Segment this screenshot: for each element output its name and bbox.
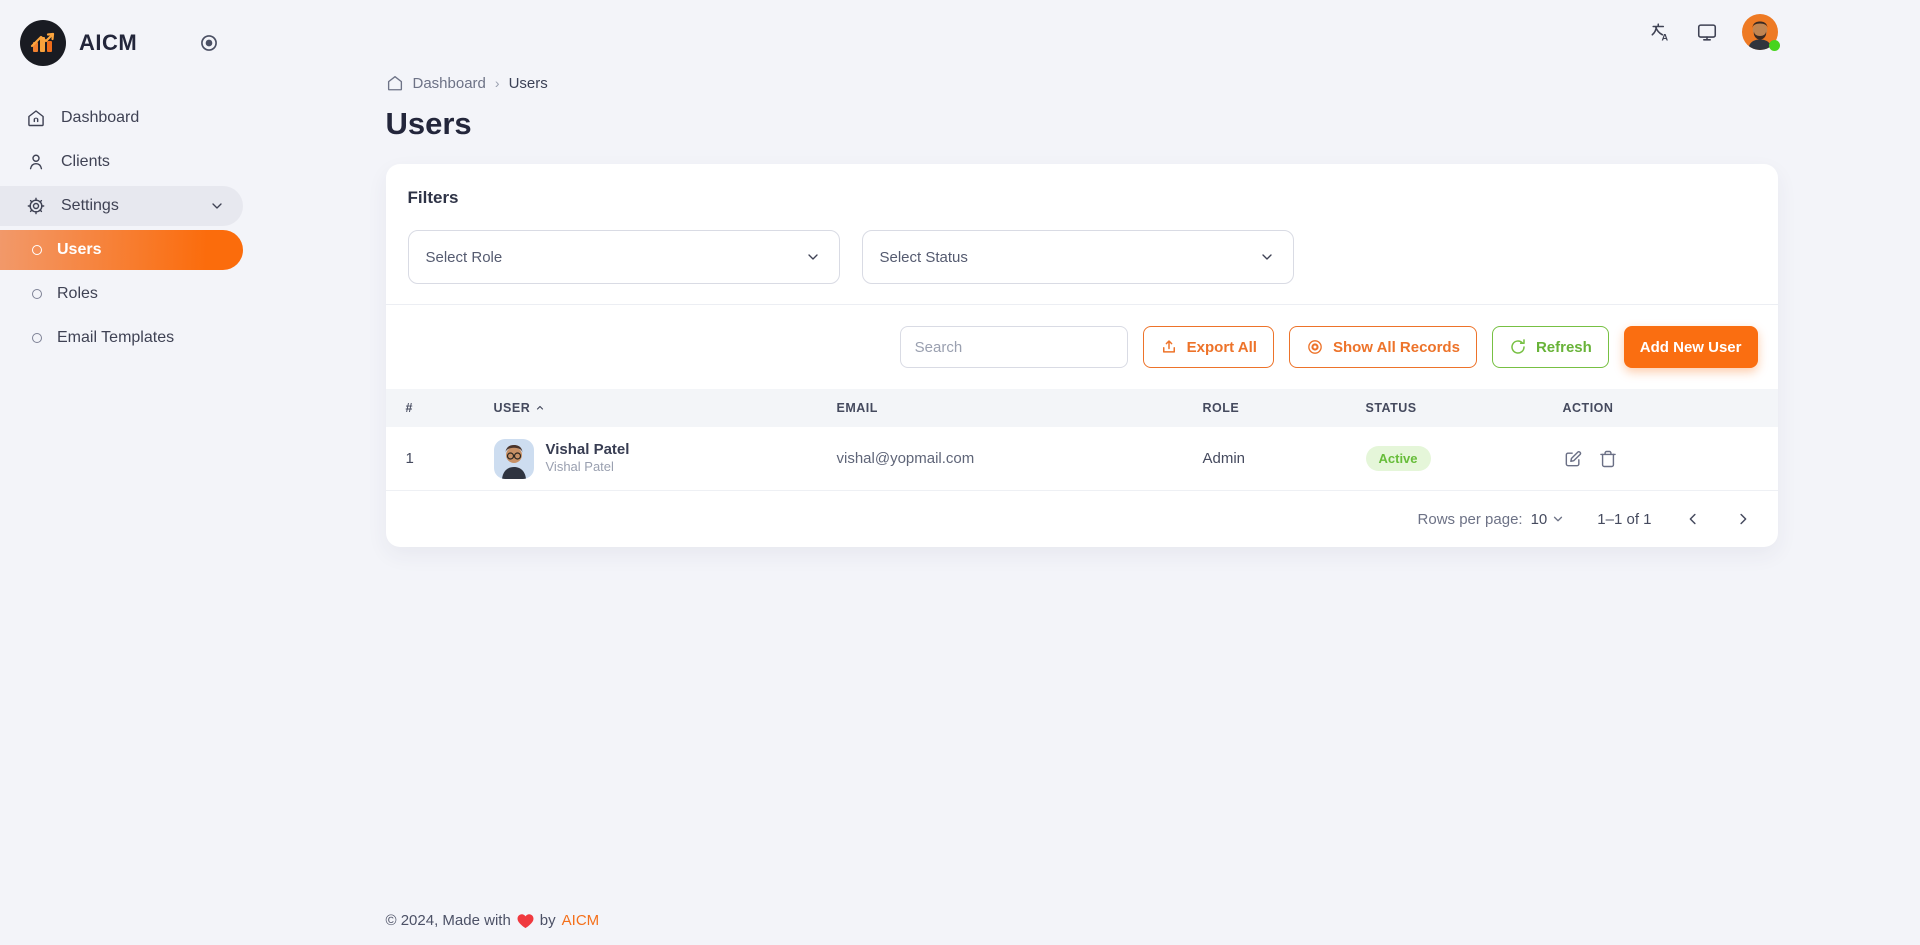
- sidebar-item-clients[interactable]: Clients: [0, 142, 243, 182]
- chevron-down-icon: [1554, 516, 1563, 522]
- export-all-button[interactable]: Export All: [1142, 326, 1274, 368]
- previous-page-button[interactable]: [1684, 510, 1702, 528]
- home-icon: [26, 108, 46, 128]
- rows-per-page-select[interactable]: 10: [1531, 511, 1566, 528]
- sidebar-item-label: Email Templates: [57, 329, 175, 346]
- next-page-button[interactable]: [1734, 510, 1752, 528]
- gear-icon: [26, 196, 46, 216]
- row-user-avatar: [493, 438, 534, 479]
- sidebar-item-roles[interactable]: Roles: [0, 274, 243, 314]
- user-name: Vishal Patel: [545, 440, 630, 458]
- footer-brand-link[interactable]: AICM: [562, 912, 600, 929]
- export-all-label: Export All: [1186, 338, 1257, 356]
- rows-per-page-value: 10: [1530, 510, 1548, 528]
- page-title: Users: [385, 106, 472, 141]
- sidebar: AICM Dashboard Clients Settings Users Ro…: [0, 0, 243, 945]
- delete-icon[interactable]: [1598, 449, 1618, 469]
- table-toolbar: Export All Show All Records: [386, 305, 1778, 389]
- home-icon[interactable]: [386, 74, 404, 92]
- sidebar-item-label: Settings: [61, 197, 119, 214]
- user-icon: [26, 152, 46, 172]
- topbar: A: [386, 0, 1780, 64]
- column-role: Role: [1202, 401, 1240, 415]
- footer: © 2024, Made with by AICM: [386, 912, 1778, 945]
- show-all-icon: [1306, 338, 1324, 356]
- row-index: 1: [405, 450, 414, 467]
- sidebar-item-settings[interactable]: Settings: [0, 186, 243, 226]
- bullet-icon: [32, 289, 42, 299]
- chevron-down-icon: [805, 249, 821, 265]
- role-select[interactable]: Select Role: [407, 230, 840, 284]
- refresh-label: Refresh: [1535, 338, 1592, 356]
- column-status: Status: [1365, 401, 1417, 415]
- column-user-sort[interactable]: User: [494, 401, 837, 415]
- column-user-label: User: [493, 401, 531, 415]
- table-row: 1 Vishal Patel Vishal Patel vishal@yopma…: [385, 427, 1778, 491]
- filters-heading: Filters: [407, 188, 459, 207]
- sidebar-item-email-templates[interactable]: Email Templates: [0, 318, 243, 358]
- chevron-down-icon: [209, 198, 225, 214]
- footer-by: by: [539, 912, 556, 929]
- online-status-dot: [1768, 40, 1780, 51]
- column-email: Email: [836, 401, 878, 415]
- pagination-range: 1–1 of 1: [1597, 510, 1652, 528]
- chevron-down-icon: [1259, 249, 1275, 265]
- sidebar-item-users[interactable]: Users: [0, 230, 243, 270]
- sidebar-toggle-icon[interactable]: [199, 33, 219, 53]
- brand-name: AICM: [79, 30, 138, 55]
- monitor-icon[interactable]: [1696, 21, 1718, 43]
- sidebar-item-label: Dashboard: [61, 109, 140, 126]
- main-area: A Dashboard › Users Users Filters Select…: [243, 0, 1920, 945]
- heart-icon: [517, 913, 534, 929]
- refresh-button[interactable]: Refresh: [1491, 326, 1609, 368]
- app-logo: [20, 20, 66, 66]
- status-badge: Active: [1365, 446, 1431, 471]
- pagination-bar: Rows per page: 10 1–1 of 1: [386, 491, 1778, 547]
- sidebar-item-dashboard[interactable]: Dashboard: [0, 98, 243, 138]
- chevron-left-icon: [1689, 513, 1696, 525]
- footer-copyright: © 2024, Made with: [385, 912, 511, 929]
- app-root: AICM Dashboard Clients Settings Users Ro…: [0, 0, 1920, 945]
- filters-section: Filters Select Role Select Status: [386, 164, 1778, 304]
- column-action: Action: [1562, 401, 1614, 415]
- show-all-records-label: Show All Records: [1332, 338, 1460, 356]
- edit-icon[interactable]: [1563, 449, 1583, 469]
- bullet-icon: [32, 333, 42, 343]
- sidebar-header: AICM: [0, 14, 243, 72]
- row-actions: [1563, 449, 1778, 469]
- refresh-icon: [1509, 338, 1527, 356]
- search-input[interactable]: [899, 326, 1128, 368]
- add-new-user-label: Add New User: [1639, 338, 1742, 356]
- user-role: Admin: [1202, 450, 1246, 467]
- sidebar-item-label: Roles: [57, 285, 98, 302]
- bullet-icon: [32, 245, 42, 255]
- table-header: # User Email Role Status Action: [385, 389, 1778, 427]
- export-icon: [1160, 338, 1178, 356]
- add-new-user-button[interactable]: Add New User: [1623, 326, 1758, 368]
- sort-asc-icon: [537, 405, 544, 410]
- sidebar-item-label: Users: [57, 241, 102, 258]
- svg-text:A: A: [1661, 32, 1668, 42]
- breadcrumb: Dashboard › Users: [386, 74, 1778, 92]
- show-all-records-button[interactable]: Show All Records: [1288, 326, 1477, 368]
- user-email: vishal@yopmail.com: [836, 450, 975, 467]
- breadcrumb-current: Users: [508, 74, 548, 92]
- profile-avatar[interactable]: [1741, 14, 1780, 51]
- rows-per-page-label: Rows per page:: [1417, 510, 1523, 528]
- sidebar-nav: Dashboard Clients Settings Users Roles E…: [0, 98, 243, 358]
- role-select-value: Select Role: [425, 248, 503, 266]
- users-card: Filters Select Role Select Status Search…: [385, 164, 1778, 547]
- chevron-right-icon: [1739, 513, 1746, 525]
- translate-icon[interactable]: A: [1650, 21, 1672, 43]
- column-index: #: [405, 401, 413, 415]
- breadcrumb-dashboard-link[interactable]: Dashboard: [413, 75, 486, 92]
- breadcrumb-separator: ›: [494, 75, 500, 91]
- user-cell: Vishal Patel Vishal Patel: [493, 438, 837, 479]
- user-subtitle: Vishal Patel: [545, 459, 614, 475]
- status-select-value: Select Status: [879, 248, 968, 266]
- status-select[interactable]: Select Status: [861, 230, 1294, 284]
- sidebar-item-label: Clients: [61, 153, 110, 170]
